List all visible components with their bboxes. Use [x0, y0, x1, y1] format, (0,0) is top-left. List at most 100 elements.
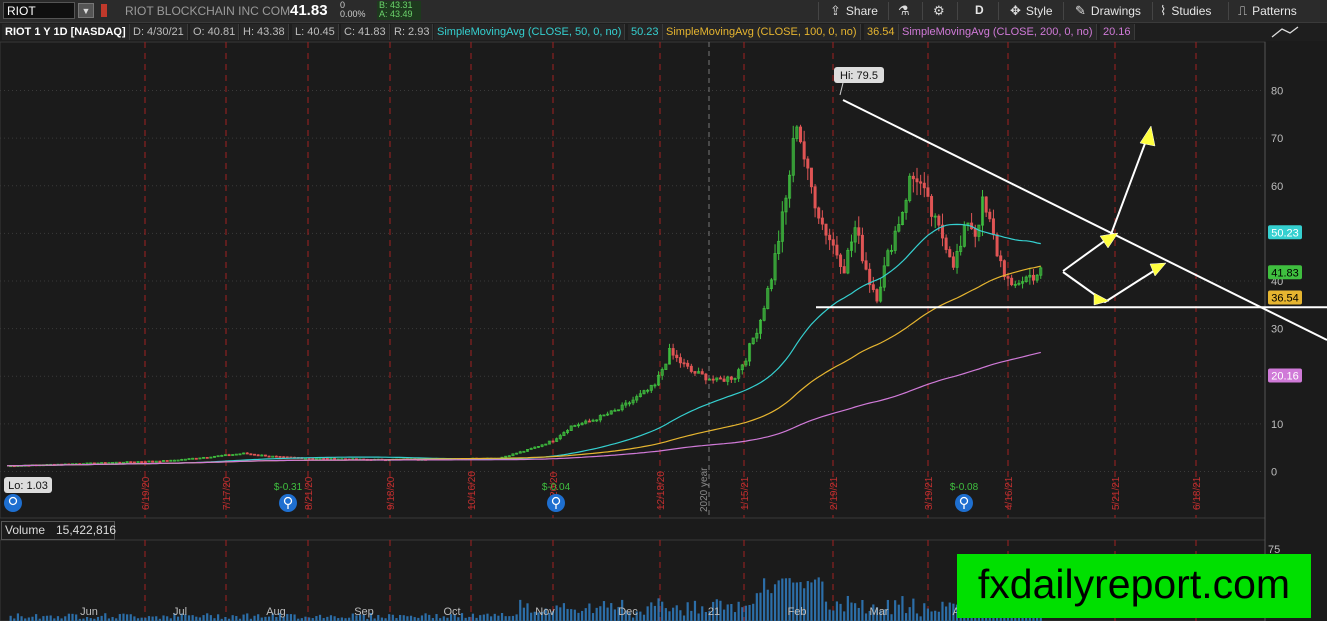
- volume-bar: [570, 609, 573, 621]
- y-tick-label: 60: [1271, 181, 1283, 193]
- volume-bar: [31, 616, 34, 621]
- volume-bar: [701, 606, 704, 621]
- volume-bar: [530, 612, 533, 621]
- volume-bar: [45, 615, 49, 621]
- candle-body: [951, 256, 955, 268]
- candle-body: [551, 440, 555, 443]
- volume-bar: [122, 613, 125, 621]
- price-chart[interactable]: 8070605040302010050.2341.8336.5420.1675 …: [0, 0, 1327, 621]
- price-bubble-label: 20.16: [1271, 370, 1299, 382]
- volume-bar: [515, 614, 518, 621]
- volume-bar: [187, 615, 191, 621]
- volume-bar: [155, 616, 158, 621]
- volume-bar: [755, 593, 758, 621]
- month-label: Oct: [443, 606, 460, 618]
- candle-body: [813, 186, 817, 209]
- volume-bar: [129, 614, 132, 621]
- candle-body: [686, 362, 690, 367]
- y-tick-label: 80: [1271, 86, 1283, 98]
- volume-bar: [945, 606, 948, 621]
- volume-bar: [209, 615, 212, 621]
- date-marker-label: 5/21/21: [1111, 476, 1122, 510]
- volume-bar: [675, 605, 678, 621]
- date-marker-label: 8/21/20: [304, 476, 315, 510]
- watermark-banner: fxdailyreport.com: [957, 554, 1311, 618]
- price-bubble-label: 50.23: [1271, 227, 1299, 239]
- lightbulb-icon: [279, 494, 297, 512]
- volume-bar: [642, 614, 646, 621]
- chart-grid: [0, 41, 1266, 621]
- candle-body: [722, 378, 726, 382]
- volume-bar: [934, 610, 937, 621]
- candle-body: [820, 217, 824, 225]
- volume-bar: [420, 615, 424, 621]
- volume-bar: [937, 611, 940, 621]
- y-tick-label: 30: [1271, 324, 1283, 336]
- candle-body: [151, 460, 155, 463]
- volume-bar: [610, 603, 613, 621]
- volume-bar: [843, 611, 846, 621]
- volume-bar: [697, 613, 700, 621]
- volume-bar: [147, 616, 151, 621]
- volume-bar: [555, 605, 558, 621]
- y-tick-label: 0: [1271, 467, 1277, 479]
- volume-bar: [577, 612, 580, 621]
- volume-bar: [56, 616, 60, 621]
- candle-body: [988, 211, 992, 220]
- volume-bar: [380, 617, 384, 621]
- candle-body: [333, 457, 337, 460]
- candle-body: [828, 234, 832, 241]
- candle-body: [984, 196, 988, 213]
- volume-bar: [326, 616, 329, 621]
- candle-body: [689, 365, 693, 372]
- volume-bar: [504, 616, 507, 621]
- volume-label-box: Volume 15,422,816: [1, 521, 116, 540]
- year-label: 2020 year: [699, 467, 710, 512]
- volume-bar: [151, 616, 154, 621]
- price-bubble-label: 41.83: [1271, 267, 1299, 279]
- volume-bar: [71, 613, 74, 621]
- volume-bar: [35, 614, 38, 621]
- volume-bar: [763, 578, 766, 621]
- volume-bar: [435, 614, 438, 621]
- candle-body: [165, 460, 169, 462]
- volume-bar: [126, 614, 129, 621]
- volume-bar: [664, 608, 667, 621]
- candle-body: [194, 457, 198, 460]
- candle-body: [911, 175, 915, 180]
- volume-bar: [526, 603, 529, 621]
- volume-bar: [581, 610, 584, 621]
- volume-bar: [377, 614, 380, 621]
- volume-bar: [904, 613, 908, 621]
- month-label: Jul: [173, 606, 187, 618]
- candle-body: [711, 378, 715, 381]
- candle-body: [973, 228, 977, 237]
- volume-bar: [817, 577, 820, 621]
- date-marker-label: 6/18/21: [1192, 476, 1203, 510]
- volume-bar: [890, 614, 893, 621]
- volume-bar: [835, 601, 839, 621]
- volume-bar: [468, 616, 471, 621]
- date-marker-label: 9/18/20: [386, 476, 397, 510]
- volume-bar: [522, 607, 525, 621]
- volume-bar: [722, 609, 726, 621]
- volume-bar: [948, 602, 951, 621]
- volume-bar: [926, 608, 930, 621]
- volume-bar: [810, 582, 813, 621]
- volume-bar: [231, 615, 234, 621]
- candle-body: [118, 461, 122, 464]
- candle-body: [842, 266, 846, 274]
- volume-bar: [304, 616, 307, 621]
- candle-body: [817, 207, 821, 219]
- volume-bar: [773, 584, 777, 621]
- candle-body: [919, 181, 923, 184]
- volume-bar: [748, 604, 751, 621]
- candle-body: [129, 461, 133, 464]
- volume-bar: [591, 613, 595, 621]
- date-marker-label: 12/18/20: [656, 471, 667, 510]
- candle-body: [274, 455, 278, 458]
- candle-body: [253, 453, 257, 456]
- candle-body: [860, 234, 864, 262]
- volume-bar: [217, 614, 220, 621]
- candle-body: [245, 452, 249, 455]
